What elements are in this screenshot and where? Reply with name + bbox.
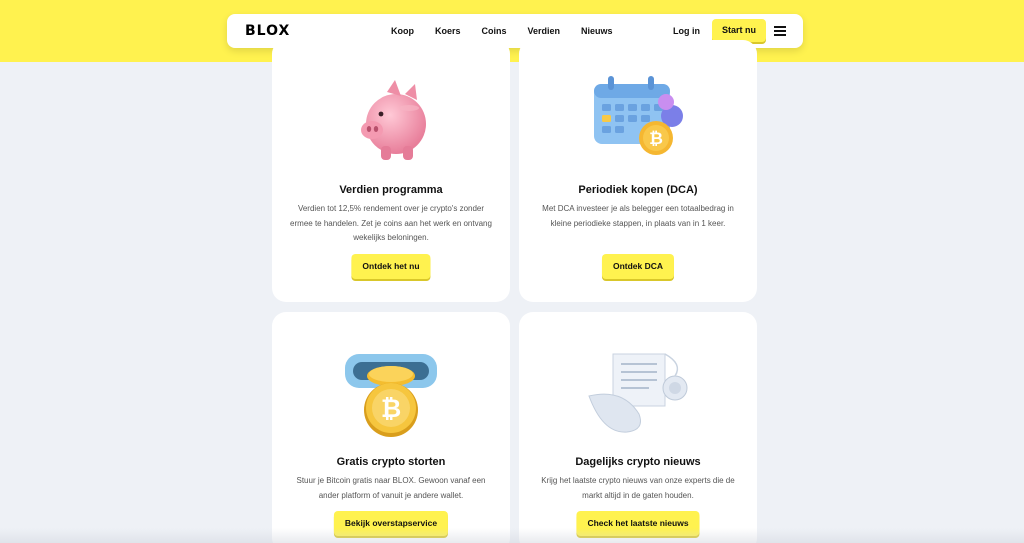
card-earn-program: Verdien programma Verdien tot 12,5% rend… [272,40,510,302]
calendar-bitcoin-icon: ₿ [586,74,690,175]
nav-link-koers[interactable]: Koers [435,26,461,36]
nav-link-verdien[interactable]: Verdien [528,26,561,36]
bottom-fade [0,528,1024,543]
svg-text:₿: ₿ [381,395,401,423]
discover-now-button[interactable]: Ontdek het nu [351,254,431,279]
card-description: Krijg het laatste crypto nieuws van onze… [541,476,735,500]
card-title: Verdien programma [339,184,443,196]
piggy-bank-icon [351,74,431,171]
news-scroll-icon [583,350,693,441]
card-description: Verdien tot 12,5% rendement over je cryp… [290,204,492,242]
card-title: Dagelijks crypto nieuws [575,456,701,468]
card-title: Periodiek kopen (DCA) [578,184,698,196]
nav-link-coins[interactable]: Coins [482,26,507,36]
blox-logo[interactable]: BLOX [245,23,290,39]
card-periodic-buying: ₿ Periodiek kopen (DCA) Met DCA investee… [519,40,757,302]
card-title: Gratis crypto storten [336,456,446,468]
card-daily-news: Dagelijks crypto nieuws Krijg het laatst… [519,312,757,543]
nav-link-koop[interactable]: Koop [391,26,414,36]
nav-link-nieuws[interactable]: Nieuws [581,26,613,36]
bitcoin-deposit-icon: ₿ [343,350,439,445]
discover-dca-button[interactable]: Ontdek DCA [601,254,675,279]
card-description: Met DCA investeer je als belegger een to… [542,204,734,228]
hamburger-icon[interactable] [774,26,786,36]
start-now-button[interactable]: Start nu [712,19,766,42]
card-free-deposit: ₿ Gratis crypto storten Stuur je Bitcoin… [272,312,510,543]
svg-text:₿: ₿ [649,129,663,148]
card-description: Stuur je Bitcoin gratis naar BLOX. Gewoo… [296,476,486,500]
